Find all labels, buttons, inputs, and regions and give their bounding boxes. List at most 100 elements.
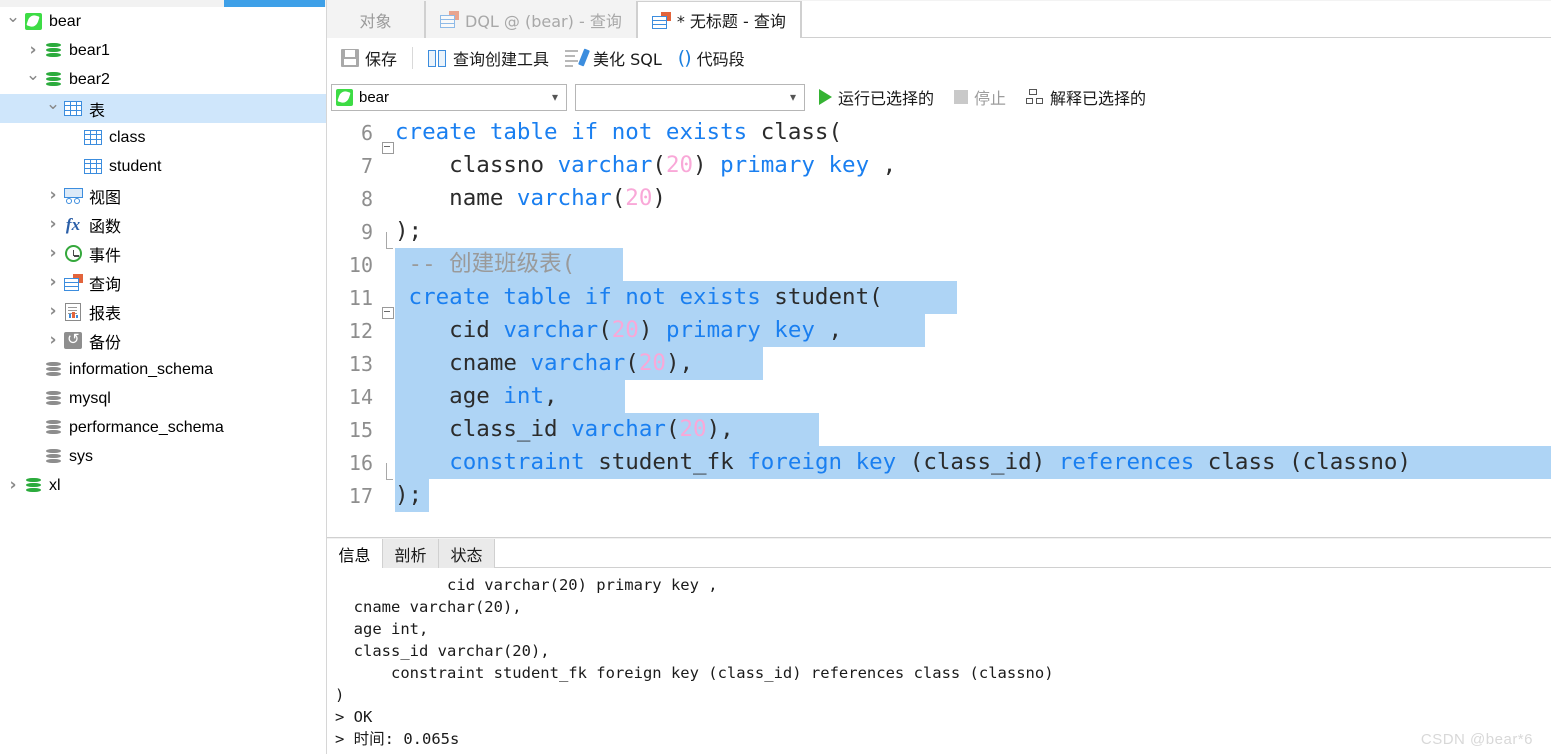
- code-text: );: [395, 218, 423, 244]
- editor-line[interactable]: 12 cid varchar(20) primary key ,: [327, 314, 1551, 347]
- editor-line[interactable]: 7 classno varchar(20) primary key ,: [327, 149, 1551, 182]
- explain-selected-label: 解释已选择的: [1050, 89, 1147, 108]
- connection-bar: bear ▾ ▾ 运行已选择的 停止 解释已选择的: [327, 78, 1551, 116]
- line-number: 8: [360, 186, 373, 211]
- query-builder-icon: [428, 49, 447, 67]
- run-selected-label: 运行已选择的: [838, 89, 935, 108]
- code-text: );: [395, 479, 429, 512]
- chevron-down-icon[interactable]: [4, 13, 22, 30]
- chevron-down-icon: ▾: [789, 90, 796, 104]
- connection-select[interactable]: bear ▾: [331, 83, 567, 111]
- query-builder-button[interactable]: 查询创建工具: [420, 43, 557, 73]
- tree-item-performance_schema[interactable]: performance_schema: [0, 413, 326, 442]
- tab-objects-label: 对象: [359, 11, 392, 31]
- tree-item-label: 查询: [89, 276, 122, 294]
- chevron-right-icon[interactable]: [44, 187, 62, 204]
- line-number: 17: [348, 483, 373, 508]
- tree-item-sys[interactable]: sys: [0, 442, 326, 471]
- sidebar-horizontal-scrollbar-thumb[interactable]: [224, 0, 325, 7]
- database-select[interactable]: ▾: [575, 83, 805, 111]
- editor-line[interactable]: 15 class_id varchar(20),: [327, 413, 1551, 446]
- sql-editor[interactable]: 6 create table if not exists class(7 clas…: [327, 116, 1551, 520]
- tab-bar-filler: [800, 1, 1551, 38]
- chevron-right-icon[interactable]: [44, 274, 62, 291]
- tree-item-mysql[interactable]: mysql: [0, 384, 326, 413]
- explain-selected-button[interactable]: 解释已选择的: [1020, 83, 1152, 111]
- line-number: 14: [348, 384, 373, 409]
- tree-item-视图[interactable]: 视图: [0, 181, 326, 210]
- editor-line[interactable]: 10 -- 创建班级表(: [327, 248, 1551, 281]
- tab-untitled-query[interactable]: * 无标题 - 查询: [636, 1, 801, 39]
- run-selected-button[interactable]: 运行已选择的: [813, 83, 940, 111]
- tree-item-student[interactable]: student: [0, 152, 326, 181]
- tree-item-表[interactable]: 表: [0, 94, 326, 123]
- code-text: classno varchar(20) primary key ,: [395, 152, 897, 178]
- editor-line[interactable]: 17);: [327, 479, 1551, 512]
- save-button[interactable]: 保存: [333, 43, 405, 73]
- tree-item-备份[interactable]: 备份: [0, 326, 326, 355]
- tree-item-label: bear2: [69, 70, 110, 88]
- results-tab-剖析[interactable]: 剖析: [383, 539, 439, 568]
- code-snippet-button[interactable]: () 代码段: [670, 43, 753, 73]
- editor-line[interactable]: 13 cname varchar(20),: [327, 347, 1551, 380]
- tree-item-icon: [42, 390, 64, 408]
- editor-line[interactable]: 8 name varchar(20): [327, 182, 1551, 215]
- tree-item-class[interactable]: class: [0, 123, 326, 152]
- tree-item-label: performance_schema: [69, 418, 224, 436]
- query-icon: [440, 11, 459, 28]
- beautify-sql-button[interactable]: 美化 SQL: [557, 43, 670, 73]
- database-icon: [45, 361, 62, 379]
- chevron-down-icon[interactable]: [24, 71, 42, 88]
- line-number: 13: [348, 351, 373, 376]
- results-tab-label: 剖析: [394, 545, 427, 565]
- editor-line[interactable]: 16 constraint student_fk foreign key (cl…: [327, 446, 1551, 480]
- tree-item-information_schema[interactable]: information_schema: [0, 355, 326, 384]
- parentheses-icon: (): [677, 47, 692, 69]
- tree-item-bear2[interactable]: bear2: [0, 65, 326, 94]
- tree-item-icon: [42, 42, 64, 60]
- tree-item-xl[interactable]: xl: [0, 471, 326, 500]
- tab-objects[interactable]: 对象: [327, 1, 425, 38]
- tree-item-函数[interactable]: fx 函数: [0, 210, 326, 239]
- chevron-right-icon[interactable]: [44, 216, 62, 233]
- dolphin-icon: [24, 13, 42, 30]
- tree-item-label: xl: [49, 476, 61, 494]
- tree-item-bear[interactable]: bear: [0, 7, 326, 36]
- editor-line[interactable]: 9);: [327, 215, 1551, 249]
- tree-item-报表[interactable]: 报表: [0, 297, 326, 326]
- message-line: age int,: [335, 620, 429, 638]
- results-tab-bar: 信息 剖析 状态: [327, 538, 1551, 569]
- chevron-right-icon[interactable]: [4, 477, 22, 494]
- connection-select-value: bear: [359, 88, 390, 106]
- editor-tab-bar: 对象 DQL @ (bear) - 查询 * 无标题 - 查询: [327, 0, 1551, 39]
- chevron-right-icon[interactable]: [44, 332, 62, 349]
- editor-line[interactable]: 6 create table if not exists class(: [327, 116, 1551, 154]
- code-text: create table if not exists student(: [395, 281, 957, 314]
- tree-item-icon: [62, 302, 84, 321]
- database-icon: [25, 477, 42, 495]
- tree-item-查询[interactable]: 查询: [0, 268, 326, 297]
- dolphin-icon: [336, 88, 353, 106]
- results-tab-状态[interactable]: 状态: [439, 539, 495, 568]
- tree-item-icon: [62, 274, 84, 291]
- main-pane: 对象 DQL @ (bear) - 查询 * 无标题 - 查询 保存 查询创建工…: [327, 0, 1551, 754]
- table-icon: [84, 130, 102, 145]
- tree-item-label: mysql: [69, 389, 111, 407]
- tree-item-事件[interactable]: 事件: [0, 239, 326, 268]
- chevron-down-icon: ▾: [551, 90, 558, 104]
- line-number: 9: [360, 219, 373, 244]
- chevron-right-icon[interactable]: [24, 42, 42, 59]
- tab-dql-query[interactable]: DQL @ (bear) - 查询: [425, 1, 637, 38]
- sidebar-horizontal-scrollbar-track[interactable]: [0, 0, 326, 7]
- editor-line[interactable]: 14 age int,: [327, 380, 1551, 413]
- stop-button[interactable]: 停止: [948, 83, 1012, 111]
- tree-item-label: 备份: [89, 334, 122, 352]
- tree-item-bear1[interactable]: bear1: [0, 36, 326, 65]
- message-line: ): [335, 686, 345, 704]
- chevron-right-icon[interactable]: [44, 303, 62, 320]
- results-tab-信息[interactable]: 信息: [327, 539, 383, 569]
- chevron-down-icon[interactable]: [44, 100, 62, 117]
- tree-item-icon: [42, 448, 64, 466]
- editor-line[interactable]: 11 create table if not exists student(: [327, 281, 1551, 319]
- chevron-right-icon[interactable]: [44, 245, 62, 262]
